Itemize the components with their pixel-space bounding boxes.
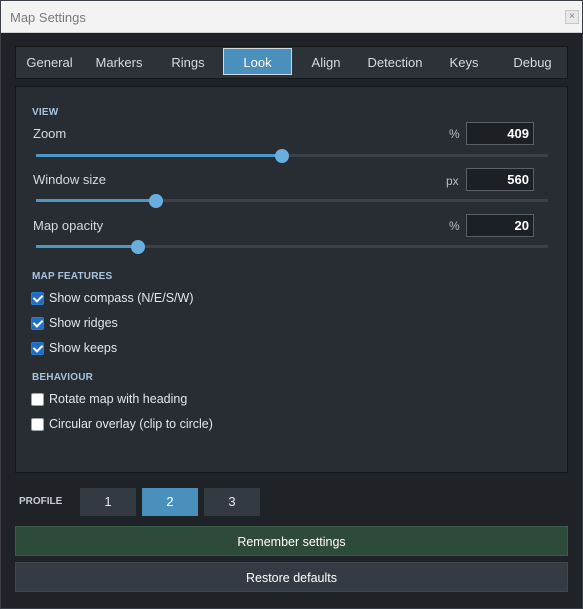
zoom-input[interactable]: 409 <box>466 122 534 145</box>
window-size-slider[interactable] <box>36 193 548 209</box>
slider-fill <box>36 199 157 202</box>
zoom-slider[interactable] <box>36 148 548 164</box>
profile-3-button[interactable]: 3 <box>204 488 260 516</box>
window-size-unit: px <box>446 174 459 188</box>
show-keeps-checkbox[interactable] <box>31 342 44 355</box>
circular-overlay-label: Circular overlay (clip to circle) <box>49 417 213 431</box>
tab-look[interactable]: Look <box>223 48 292 75</box>
show-ridges-checkbox[interactable] <box>31 317 44 330</box>
profile-label: PROFILE <box>19 496 63 507</box>
section-behaviour-heading: BEHAVIOUR <box>32 372 94 383</box>
map-settings-window: Map Settings × General Markers Rings Loo… <box>0 0 583 609</box>
tab-rings[interactable]: Rings <box>155 47 221 78</box>
tab-detection[interactable]: Detection <box>360 47 430 78</box>
slider-thumb[interactable] <box>149 194 164 208</box>
window-size-label: Window size <box>33 172 106 187</box>
tab-keys[interactable]: Keys <box>431 47 497 78</box>
remember-settings-button[interactable]: Remember settings <box>15 526 568 556</box>
slider-fill <box>36 245 139 248</box>
map-opacity-input[interactable]: 20 <box>466 214 534 237</box>
zoom-label: Zoom <box>33 126 67 141</box>
tab-debug[interactable]: Debug <box>498 47 567 78</box>
profile-1-button[interactable]: 1 <box>80 488 136 516</box>
section-view-heading: VIEW <box>32 107 59 118</box>
slider-thumb[interactable] <box>131 240 146 254</box>
window-size-input[interactable]: 560 <box>466 168 534 191</box>
map-opacity-slider[interactable] <box>36 239 548 255</box>
rotate-map-checkbox[interactable] <box>31 393 44 406</box>
show-ridges-label: Show ridges <box>49 316 118 330</box>
close-icon[interactable]: × <box>565 10 579 24</box>
slider-thumb[interactable] <box>274 149 289 163</box>
profile-2-button[interactable]: 2 <box>142 488 198 516</box>
circular-overlay-checkbox[interactable] <box>31 418 44 431</box>
window-title: Map Settings <box>10 10 86 25</box>
rotate-map-label: Rotate map with heading <box>49 392 188 406</box>
show-compass-checkbox[interactable] <box>31 292 44 305</box>
map-opacity-unit: % <box>449 219 460 233</box>
title-bar: Map Settings × <box>1 1 582 33</box>
settings-tabs: General Markers Rings Look Align Detecti… <box>15 46 568 79</box>
tab-markers[interactable]: Markers <box>84 47 154 78</box>
show-compass-label: Show compass (N/E/S/W) <box>49 291 194 305</box>
tab-general[interactable]: General <box>16 47 83 78</box>
slider-fill <box>36 154 282 157</box>
section-map-features-heading: MAP FEATURES <box>32 271 113 282</box>
zoom-unit: % <box>449 127 460 141</box>
show-keeps-label: Show keeps <box>49 341 118 355</box>
restore-defaults-button[interactable]: Restore defaults <box>15 562 568 592</box>
map-opacity-label: Map opacity <box>33 218 104 233</box>
tab-align[interactable]: Align <box>293 47 359 78</box>
